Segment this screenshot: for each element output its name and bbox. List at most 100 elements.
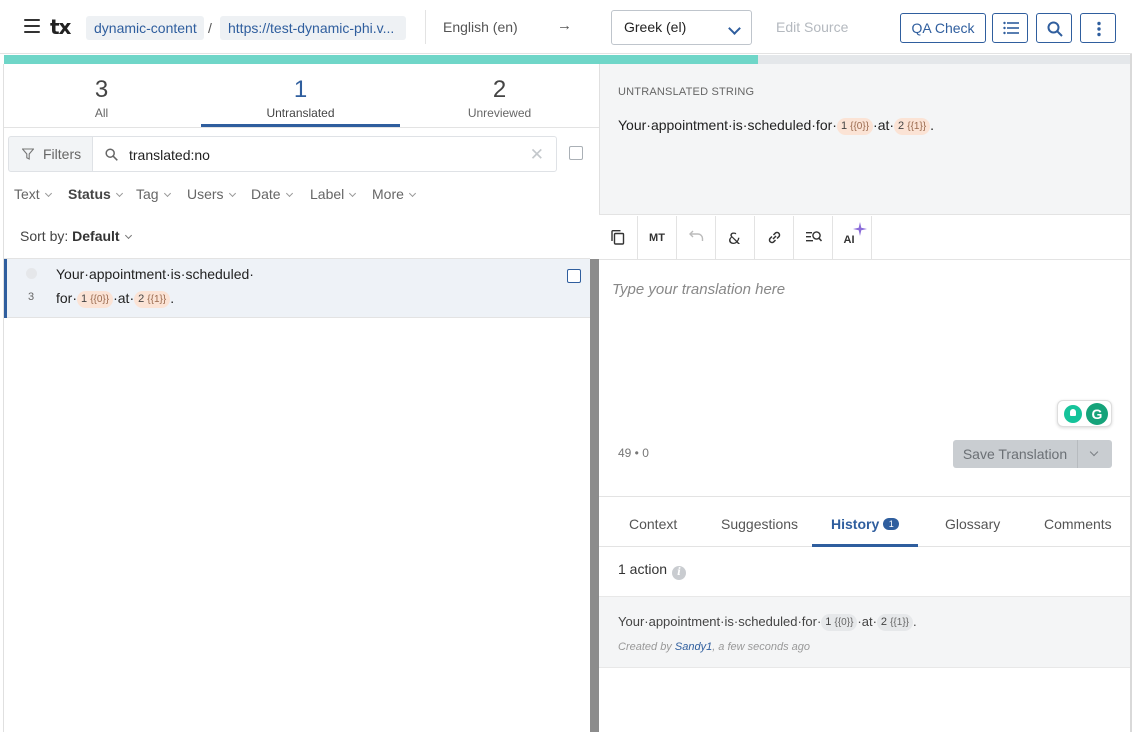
filters-button[interactable]: Filters <box>8 136 93 172</box>
copy-source-button[interactable] <box>599 216 638 259</box>
menu-icon[interactable] <box>24 19 40 33</box>
tab-context[interactable]: Context <box>629 516 677 532</box>
active-tab-indicator <box>812 544 918 547</box>
special-characters-button[interactable]: & <box>716 216 755 259</box>
facet-label[interactable]: Label <box>310 186 357 202</box>
svg-text:&: & <box>728 230 740 246</box>
tab-unreviewed-label: Unreviewed <box>467 106 532 120</box>
filter-icon <box>22 148 34 160</box>
placeholder-number: 2 <box>880 616 888 628</box>
app-logo[interactable]: tx <box>50 15 71 39</box>
placeholder-chip: 1 {{0}} <box>821 614 858 631</box>
list-item[interactable]: 3 Your·appointment·is·scheduled· for· 1 {… <box>4 259 590 318</box>
tab-all-count: 3 <box>94 76 109 103</box>
tab-history[interactable]: History 1 <box>831 516 900 532</box>
divider <box>4 127 599 128</box>
search-replace-button[interactable] <box>794 216 833 259</box>
list-icon <box>1003 21 1019 35</box>
string-text: ·at· <box>857 614 877 629</box>
string-index: 3 <box>28 291 35 303</box>
tab-untranslated[interactable]: 1 Untranslated <box>201 64 400 120</box>
qa-check-button[interactable]: QA Check <box>900 13 986 43</box>
sort-label: Sort by: <box>20 228 69 244</box>
ampersand-icon: & <box>728 230 740 246</box>
facet-more-label: More <box>372 186 404 202</box>
user-link[interactable]: Sandy1 <box>675 641 712 653</box>
chevron-down-icon <box>728 22 741 35</box>
top-bar: tx dynamic-content / https://test-dynami… <box>0 0 1132 54</box>
edit-source-button[interactable]: Edit Source <box>776 19 848 35</box>
chevron-down-icon <box>1089 447 1099 457</box>
select-all-checkbox[interactable] <box>569 146 583 160</box>
created-by-label: Created by <box>618 641 675 653</box>
breadcrumb-resource[interactable]: https://test-dynamic-phi.v... <box>220 16 406 40</box>
grammarly-widget[interactable]: G <box>1057 400 1112 427</box>
tab-unreviewed[interactable]: 2 Unreviewed <box>400 64 599 120</box>
editor-toolbar: MT & AI <box>599 216 1130 260</box>
tab-all[interactable]: 3 All <box>2 64 201 120</box>
history-meta: Created by Sandy1, a few seconds ago <box>618 641 810 653</box>
placeholder-chip: 1 {{0}} <box>77 291 114 308</box>
list-view-button[interactable] <box>992 13 1028 43</box>
placeholder-number: 2 <box>898 120 905 132</box>
source-language: English (en) <box>443 19 518 35</box>
placeholder-number: 1 <box>840 120 848 132</box>
info-icon[interactable]: i <box>672 566 687 580</box>
string-text: ·at· <box>113 290 135 306</box>
detail-tabs: Context Suggestions History 1 Glossary Co… <box>599 496 1130 547</box>
source-label: UNTRANSLATED STRING <box>618 86 755 98</box>
search-button[interactable] <box>1036 13 1072 43</box>
save-translation-button[interactable]: Save Translation <box>953 440 1077 468</box>
facet-users[interactable]: Users <box>187 186 236 202</box>
character-count: 49 • 0 <box>618 446 649 460</box>
placeholder-text: {{1}} <box>890 617 910 628</box>
facet-more[interactable]: More <box>372 186 416 202</box>
kebab-icon <box>1097 21 1101 37</box>
facet-date-label: Date <box>251 186 281 202</box>
placeholder-text: {{1}} <box>907 121 927 132</box>
facet-text-label: Text <box>14 186 40 202</box>
insert-link-button[interactable] <box>755 216 794 259</box>
tab-unreviewed-count: 2 <box>492 76 507 103</box>
facet-tag[interactable]: Tag <box>136 186 171 202</box>
undo-button[interactable] <box>677 216 716 259</box>
placeholder-chip[interactable]: 1 {{0}} <box>836 118 874 135</box>
timestamp: , a few seconds ago <box>712 641 811 653</box>
row-checkbox[interactable] <box>567 269 581 283</box>
string-text: . <box>170 290 175 306</box>
save-options-dropdown[interactable] <box>1077 440 1112 468</box>
target-language-select[interactable]: Greek (el) <box>611 10 752 45</box>
clear-search-icon[interactable]: ✕ <box>530 145 544 165</box>
string-text: . <box>913 614 917 629</box>
string-text: ·at· <box>873 117 895 133</box>
search-input[interactable] <box>129 145 519 165</box>
string-text-line2: for· 1 {{0}} ·at· 2 {{1}}. <box>56 290 174 308</box>
string-text-line1: Your·appointment·is·scheduled· <box>56 266 254 282</box>
breadcrumb-project[interactable]: dynamic-content <box>86 16 204 40</box>
facet-date[interactable]: Date <box>251 186 293 202</box>
translation-editor[interactable]: Type your translation here <box>612 281 785 298</box>
sort-value: Default <box>72 228 120 244</box>
tab-suggestions[interactable]: Suggestions <box>721 516 798 532</box>
placeholder-chip[interactable]: 2 {{1}} <box>894 118 931 135</box>
facet-label-label: Label <box>310 186 345 202</box>
tab-comments[interactable]: Comments <box>1044 516 1112 532</box>
placeholder-chip: 2 {{1}} <box>876 614 914 631</box>
search-field[interactable]: ✕ <box>92 136 557 172</box>
panel-splitter[interactable] <box>590 259 599 732</box>
facet-text[interactable]: Text <box>14 186 52 202</box>
string-text: Your·appointment·is·scheduled·for· <box>618 117 837 133</box>
string-text: Your·appointment·is·scheduled·for· <box>618 614 822 629</box>
machine-translation-button[interactable]: MT <box>638 216 677 259</box>
tab-glossary[interactable]: Glossary <box>945 516 1000 532</box>
more-options-button[interactable] <box>1080 13 1116 43</box>
sort-dropdown[interactable]: Sort by: Default <box>20 228 132 244</box>
placeholder-text: {{1}} <box>147 294 167 305</box>
source-string-panel: UNTRANSLATED STRING Your·appointment·is·… <box>599 64 1130 215</box>
facet-status[interactable]: Status <box>68 186 123 202</box>
ai-assistant-button[interactable]: AI <box>833 216 872 259</box>
facet-tag-label: Tag <box>136 186 159 202</box>
placeholder-number: 1 <box>81 293 88 305</box>
search-icon <box>105 148 118 161</box>
tab-untranslated-count: 1 <box>293 76 308 103</box>
